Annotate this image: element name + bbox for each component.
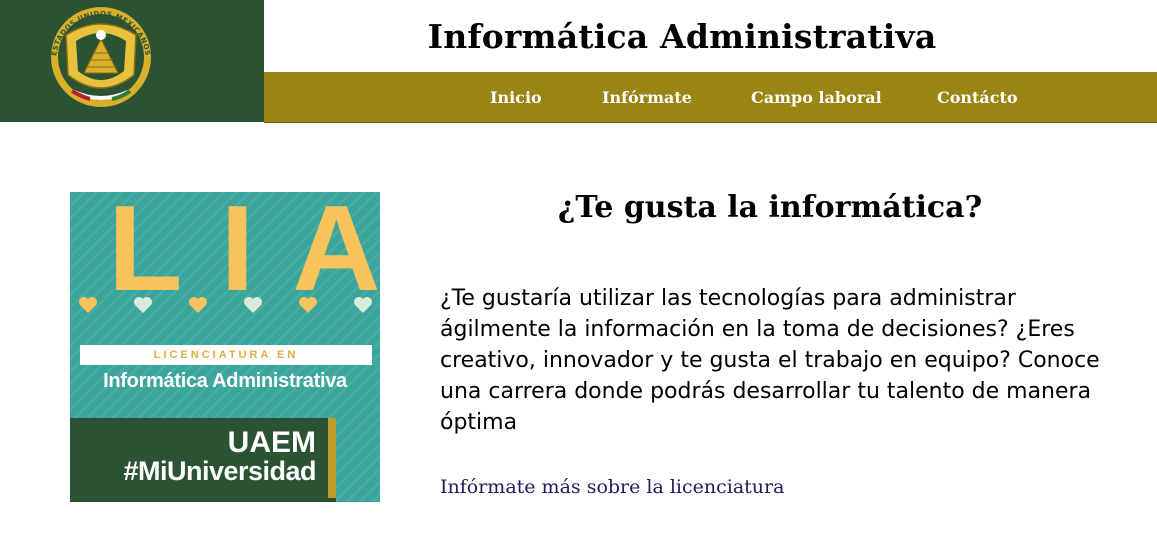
poster-hearts (70, 296, 380, 320)
intro-paragraph: ¿Te gustaría utilizar las tecnologías pa… (440, 286, 1100, 435)
nav-item-contacto[interactable]: Contácto (937, 72, 1018, 122)
heart-icon (299, 297, 317, 313)
heart-icon (79, 297, 97, 313)
site-title: Informática Administrativa (427, 16, 937, 56)
heart-icon (244, 297, 262, 313)
poster-hashtag: #MiUniversidad (123, 456, 316, 486)
section-heading: ¿Te gusta la informática? (557, 190, 983, 225)
poster-uaem-text: UAEM (227, 426, 316, 459)
heart-icon (189, 297, 207, 313)
lia-poster-image: LIA LICENCIATURA EN Informática Administ… (70, 192, 380, 502)
poster-gold-bar (328, 418, 336, 498)
poster-licenciatura-band: LICENCIATURA EN (80, 345, 372, 365)
heart-icon (354, 297, 372, 313)
more-info-link[interactable]: Infórmate más sobre la licenciatura (440, 476, 784, 498)
nav-item-campo-laboral[interactable]: Campo laboral (751, 72, 882, 122)
nav-item-inicio[interactable]: Inicio (490, 72, 542, 122)
poster-program-name: Informática Administrativa (103, 370, 347, 392)
heart-icon (134, 297, 152, 313)
poster-lia-text: LIA (108, 192, 380, 316)
coat-of-arms-logo: ESTADOS UNIDOS MEXICANOS (50, 7, 151, 107)
logo-area: ESTADOS UNIDOS MEXICANOS (0, 0, 264, 122)
main-nav: Inicio Infórmate Campo laboral Contácto (264, 72, 1157, 123)
nav-item-informate[interactable]: Infórmate (602, 72, 692, 122)
